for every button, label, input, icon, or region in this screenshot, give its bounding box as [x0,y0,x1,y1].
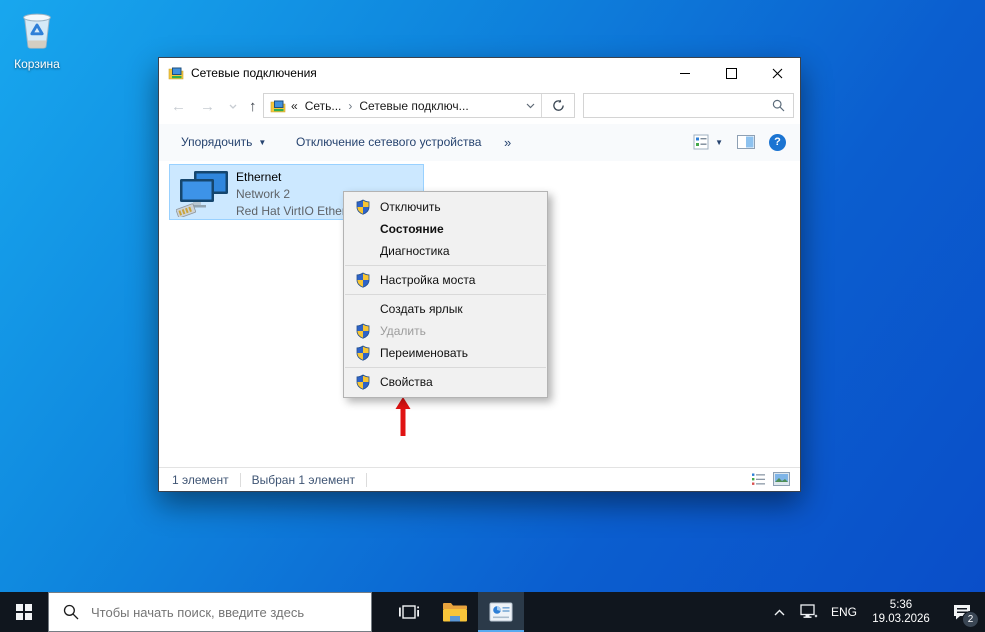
status-bar: 1 элемент Выбран 1 элемент [159,467,800,491]
breadcrumb-parent[interactable]: Сеть... [305,99,342,113]
taskbar-search-input[interactable] [89,604,371,621]
uac-shield-icon [355,199,371,215]
organize-caret-icon: ▼ [258,138,266,147]
views-icon [693,134,709,150]
taskbar: ENG 5:36 19.03.2026 2 [0,592,985,632]
menu-separator [345,367,546,368]
desktop[interactable]: Корзина Сетевые подключения [0,0,985,632]
notification-badge: 2 [962,611,979,628]
refresh-icon [552,99,565,112]
address-row: ← → ↑ « Сеть... [159,88,800,124]
ethernet-network-icon [800,604,818,621]
system-tray: ENG 5:36 19.03.2026 2 [765,592,985,632]
breadcrumb-collapse-glyph[interactable]: « [291,99,298,113]
status-separator [366,473,367,487]
chevron-up-icon [774,609,785,616]
recent-pages-chevron-icon[interactable] [229,101,237,111]
address-location-icon [270,98,286,114]
menu-item-status[interactable]: Состояние [344,218,547,240]
menu-item-disable[interactable]: Отключить [344,196,547,218]
network-connections-icon [168,65,184,81]
menu-item-delete: Удалить [344,320,547,342]
window-title: Сетевые подключения [191,66,317,80]
menu-item-bridge[interactable]: Настройка моста [344,269,547,291]
action-center-button[interactable]: 2 [939,592,985,632]
context-menu: Отключить Состояние Диагностика Настройк… [343,191,548,398]
disable-device-command[interactable]: Отключение сетевого устройства [296,124,481,160]
breadcrumb-separator: › [348,99,352,113]
help-button[interactable]: ? [769,134,786,151]
explorer-search-input[interactable] [584,99,772,113]
connection-name: Ethernet [236,170,281,184]
windows-logo-icon [16,604,32,620]
clock-time: 5:36 [890,598,912,612]
clock-date: 19.03.2026 [872,612,930,626]
minimize-button[interactable] [662,58,708,88]
menu-item-create-shortcut[interactable]: Создать ярлык [344,298,547,320]
taskbar-search-box[interactable] [48,592,372,632]
details-view-button[interactable] [751,472,766,490]
recycle-bin-label: Корзина [8,57,66,71]
ethernet-adapter-icon [176,170,230,222]
uac-shield-icon [355,345,371,361]
close-icon [772,68,783,79]
task-view-button[interactable] [386,592,432,632]
selected-count: Выбран 1 элемент [252,473,355,487]
refresh-button[interactable] [541,94,574,117]
menu-separator [345,265,546,266]
uac-shield-icon [355,374,371,390]
organize-button[interactable]: Упорядочить ▼ [181,124,266,160]
up-button[interactable]: ↑ [249,98,257,115]
menu-item-diagnose[interactable]: Диагностика [344,240,547,262]
address-dropdown-icon[interactable] [526,101,535,111]
minimize-icon [680,73,690,74]
items-count: 1 элемент [172,473,229,487]
maximize-icon [726,68,737,79]
status-separator [240,473,241,487]
preview-pane-button[interactable] [737,135,755,149]
task-view-icon [398,602,420,622]
command-bar: Упорядочить ▼ Отключение сетевого устрой… [159,124,800,162]
explorer-search-box[interactable] [583,93,794,118]
annotation-arrow-icon [394,397,412,441]
file-explorer-icon [442,601,468,623]
tray-overflow-button[interactable] [765,592,793,632]
title-bar[interactable]: Сетевые подключения [159,58,800,88]
search-icon[interactable] [772,99,785,112]
maximize-button[interactable] [708,58,754,88]
tray-network-button[interactable] [793,592,825,632]
file-explorer-button[interactable] [432,592,478,632]
connection-network: Network 2 [236,187,290,201]
close-button[interactable] [754,58,800,88]
back-button[interactable]: ← [171,98,186,115]
details-view-icon [751,472,766,487]
start-button[interactable] [0,592,48,632]
forward-button[interactable]: → [200,98,215,115]
menu-item-rename[interactable]: Переименовать [344,342,547,364]
tray-language-indicator[interactable]: ENG [825,592,863,632]
breadcrumb-current[interactable]: Сетевые подключ... [359,99,468,113]
preview-pane-icon [737,135,755,149]
change-view-button[interactable]: ▼ [693,134,723,150]
tray-clock[interactable]: 5:36 19.03.2026 [863,592,939,632]
large-icons-view-button[interactable] [773,472,790,490]
views-caret-icon: ▼ [715,138,723,147]
network-connections-window: Сетевые подключения ← → ↑ [158,57,801,492]
search-icon [63,604,79,620]
menu-separator [345,294,546,295]
taskbar-app-network-connections[interactable] [478,592,524,632]
address-bar[interactable]: « Сеть... › Сетевые подключ... [263,93,575,118]
large-icons-view-icon [773,472,790,486]
menu-item-properties[interactable]: Свойства [344,371,547,393]
uac-shield-icon [355,272,371,288]
network-connections-app-icon [489,600,513,624]
toolbar-overflow-button[interactable]: » [504,124,511,160]
recycle-bin-shortcut[interactable]: Корзина [8,8,66,71]
recycle-bin-icon [17,37,57,54]
uac-shield-icon [355,323,371,339]
